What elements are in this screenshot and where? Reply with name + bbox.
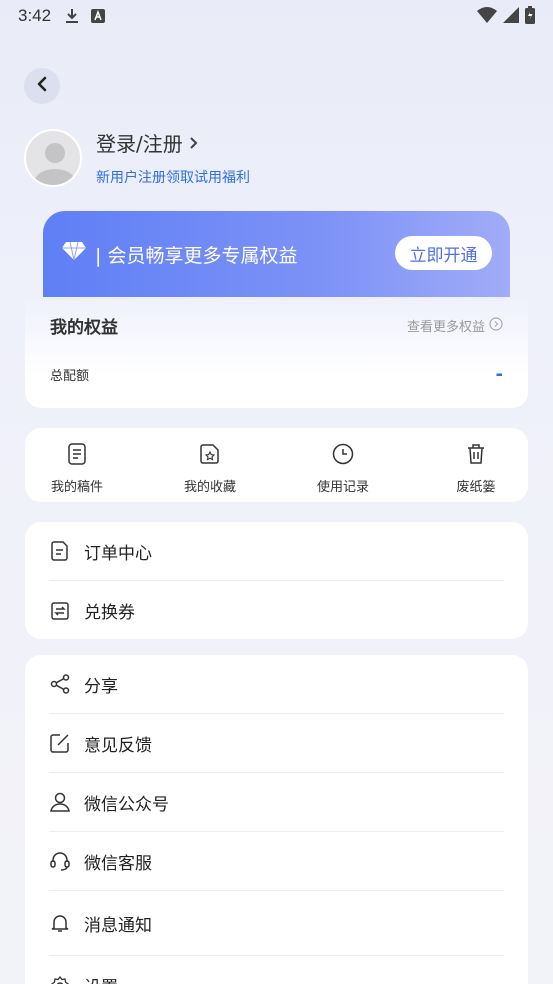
menu-item-label: 订单中心 (84, 543, 152, 564)
battery-icon (525, 6, 535, 28)
trash-icon (466, 442, 486, 466)
login-subtitle: 新用户注册领取试用福利 (96, 170, 250, 186)
menu-item-feedback[interactable]: 意见反馈 (49, 714, 504, 773)
shortcut-usage-history[interactable]: 使用记录 (315, 442, 371, 502)
chevron-left-icon (35, 76, 49, 96)
view-more-label: 查看更多权益 (406, 320, 485, 335)
shortcut-label: 我的稿件 (50, 480, 103, 495)
menu-item-label: 分享 (84, 676, 118, 697)
menu-item-coupon[interactable]: 兑换券 (49, 581, 504, 640)
rights-card: 我的权益 查看更多权益 总配额 - (25, 297, 528, 408)
diamond-icon (61, 241, 87, 261)
vip-banner[interactable]: | 会员畅享更多专属权益 立即开通 (43, 211, 510, 301)
avatar[interactable] (24, 128, 82, 187)
status-bar: 3:42 (0, 0, 553, 32)
feedback-icon (49, 733, 71, 753)
menu-group-orders: 订单中心 兑换券 (25, 522, 528, 639)
signal-icon (503, 7, 519, 27)
menu-item-label: 消息通知 (84, 915, 152, 936)
default-avatar-icon (35, 142, 75, 185)
shortcut-label: 使用记录 (316, 480, 369, 495)
menu-item-share[interactable]: 分享 (49, 655, 504, 714)
app-notification-icon (91, 9, 106, 23)
activate-vip-button[interactable]: 立即开通 (395, 236, 492, 270)
menu-item-wechat-service[interactable]: 微信客服 (49, 832, 504, 891)
vip-text: | 会员畅享更多专属权益 (95, 245, 298, 267)
chevron-right-icon (189, 131, 199, 155)
shortcut-my-drafts[interactable]: 我的稿件 (49, 442, 105, 502)
menu-item-label: 兑换券 (84, 603, 135, 623)
document-icon (67, 442, 87, 466)
back-button[interactable] (24, 68, 60, 104)
user-icon (49, 792, 71, 812)
rights-title: 我的权益 (50, 318, 118, 338)
view-more-rights-link[interactable]: 查看更多权益 (407, 316, 503, 335)
menu-group-other: 分享 意见反馈 微信公众号 微信客服 消息通知 设置 (25, 655, 528, 984)
coupon-icon (49, 601, 71, 620)
menu-item-notifications[interactable]: 消息通知 (49, 891, 504, 956)
wifi-icon (477, 7, 497, 27)
shortcut-bar: 我的稿件 我的收藏 使用记录 废纸篓 (25, 428, 528, 502)
menu-item-order-center[interactable]: 订单中心 (49, 522, 504, 581)
shortcut-label: 废纸篓 (456, 480, 496, 495)
headset-icon (49, 851, 71, 871)
menu-item-label: 微信客服 (84, 853, 152, 874)
menu-item-label: 意见反馈 (84, 735, 152, 756)
download-icon (65, 8, 79, 24)
order-icon (49, 541, 71, 561)
total-quota-value: - (495, 364, 503, 385)
share-icon (49, 674, 71, 694)
circle-chevron-right-icon (489, 316, 503, 335)
bell-icon (49, 913, 71, 933)
status-time: 3:42 (18, 6, 52, 25)
gear-icon (49, 975, 71, 984)
shortcut-my-favorites[interactable]: 我的收藏 (182, 442, 238, 502)
menu-item-settings[interactable]: 设置 (49, 956, 504, 984)
menu-item-label: 设置 (84, 973, 118, 984)
login-title: 登录/注册 (96, 132, 183, 156)
login-register-link[interactable]: 登录/注册 (96, 128, 250, 157)
shortcut-label: 我的收藏 (183, 480, 236, 495)
profile-section[interactable]: 登录/注册 新用户注册领取试用福利 (24, 128, 250, 187)
menu-item-wechat-official[interactable]: 微信公众号 (49, 773, 504, 832)
clock-icon (332, 442, 354, 466)
menu-item-label: 微信公众号 (84, 794, 169, 815)
favorites-icon (199, 442, 221, 466)
total-quota-label: 总配额 (50, 369, 90, 384)
shortcut-trash[interactable]: 废纸篓 (448, 442, 504, 502)
